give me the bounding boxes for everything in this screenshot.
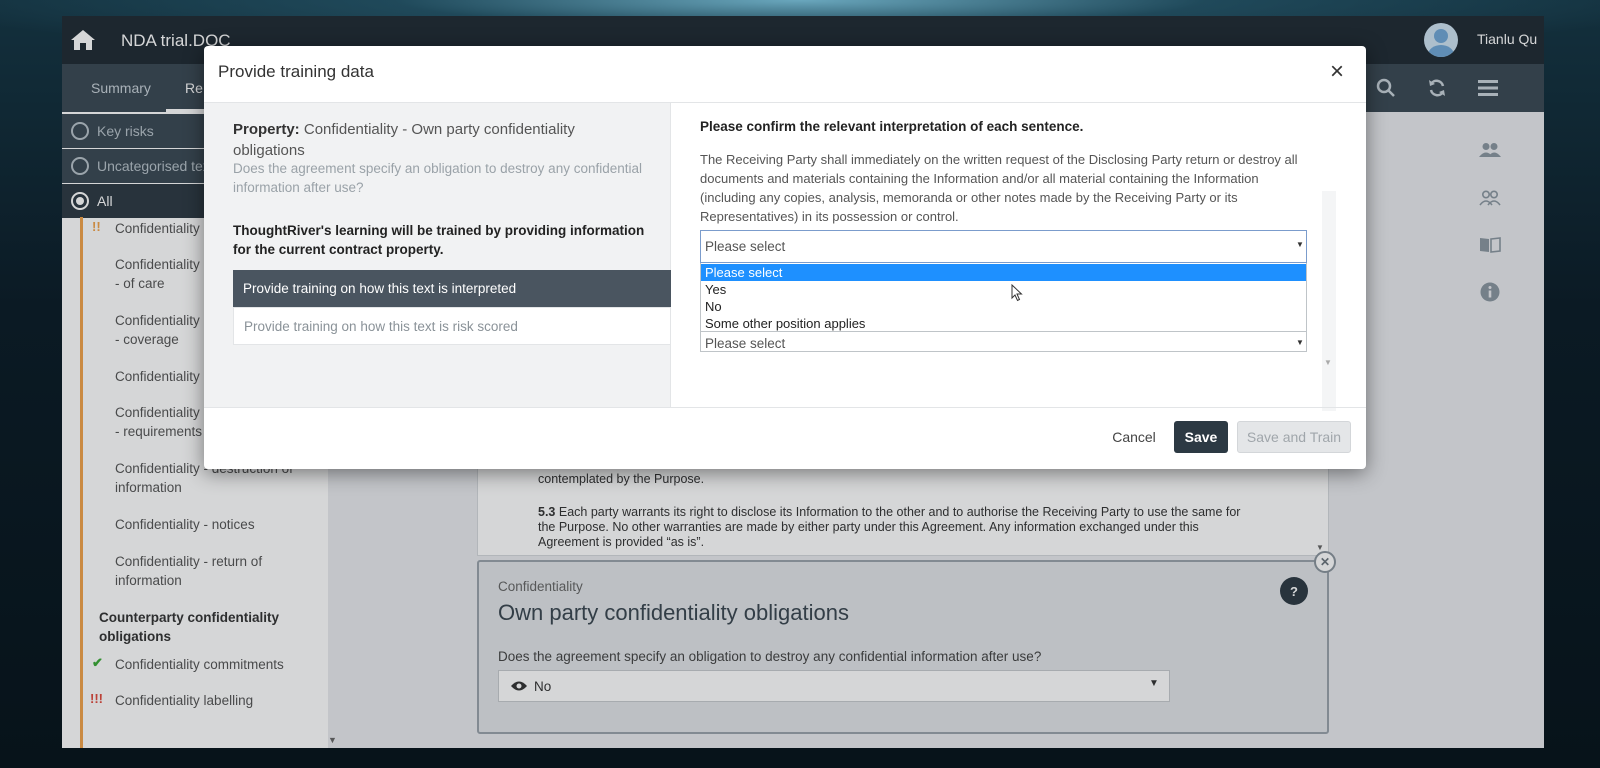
dialog-right-panel: Please confirm the relevant interpretati…: [671, 103, 1366, 411]
dropdown-option[interactable]: Please select: [701, 264, 1306, 281]
cancel-button[interactable]: Cancel: [1102, 421, 1166, 453]
close-icon[interactable]: ×: [1326, 60, 1348, 84]
training-note: ThoughtRiver's learning will be trained …: [233, 223, 645, 257]
scroll-down-arrow-icon[interactable]: ▼: [1324, 358, 1332, 367]
property-question: Does the agreement specify an obligation…: [233, 161, 643, 195]
dropdown-option[interactable]: Some other position applies: [701, 315, 1306, 332]
chevron-down-icon: ▼: [1296, 240, 1304, 249]
chevron-down-icon: ▼: [1296, 338, 1304, 347]
instruction-text: Please confirm the relevant interpretati…: [700, 119, 1084, 134]
dropdown-option[interactable]: Yes: [701, 281, 1306, 298]
dialog-title: Provide training data: [218, 62, 374, 81]
select-value: Please select: [705, 239, 786, 254]
save-and-train-button[interactable]: Save and Train: [1237, 421, 1351, 453]
select-value: Please select: [705, 336, 786, 351]
save-button[interactable]: Save: [1174, 421, 1228, 453]
dropdown-list: Please select Yes No Some other position…: [700, 263, 1307, 332]
dropdown-option[interactable]: No: [701, 298, 1306, 315]
property-label: Property:: [233, 121, 300, 138]
scrollbar-track[interactable]: [1322, 191, 1336, 411]
option-risk-score[interactable]: Provide training on how this text is ris…: [233, 307, 671, 345]
property-heading: Property: Confidentiality - Own party co…: [233, 119, 633, 161]
divider: [204, 407, 1366, 408]
dialog-left-panel: Property: Confidentiality - Own party co…: [204, 103, 671, 407]
interpretation-select[interactable]: Please select ▼: [700, 230, 1307, 263]
training-dialog: Provide training data × Property: Confid…: [204, 46, 1366, 469]
cursor-icon: [1011, 283, 1023, 307]
option-interpretation[interactable]: Provide training on how this text is int…: [233, 270, 671, 307]
sentence-text: The Receiving Party shall immediately on…: [700, 152, 1298, 224]
